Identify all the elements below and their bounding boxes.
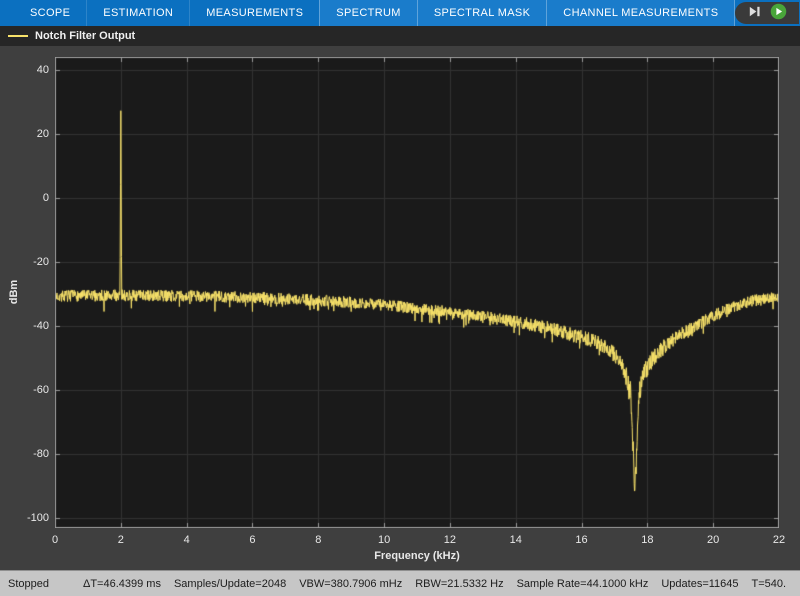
tab-spectrum[interactable]: SPECTRUM [319,0,417,26]
y-tick-label: 20 [36,127,49,140]
status-delta-t: ΔT=46.4399 ms [82,577,161,590]
y-tick-label: -40 [33,320,49,333]
x-tick-label: 14 [509,534,522,546]
series-label[interactable]: Notch Filter Output [35,30,135,42]
status-state: Stopped [8,577,49,590]
spectrum-analyzer-window: SCOPE ESTIMATION MEASUREMENTS SPECTRUM S… [0,0,800,596]
y-tick-label: 0 [42,191,49,204]
status-vbw: VBW=380.7906 mHz [299,577,403,590]
spectrum-plot-canvas[interactable] [55,57,779,528]
x-axis-label: Frequency (kHz) [374,550,460,562]
y-tick-label: -100 [26,512,49,525]
x-tick-label: 8 [315,534,322,546]
x-tick-label: 16 [575,534,588,546]
x-tick-label: 2 [117,534,124,546]
status-samples-per-update: Samples/Update=2048 [173,577,287,590]
plot-figure: dBm Frequency (kHz) 0 2 4 6 8 10 12 14 16 18 20 22 4… [0,46,800,570]
y-tick-label: -20 [33,256,49,269]
x-tick-label: 10 [377,534,391,546]
status-time: T=540. [751,577,787,590]
step-forward-button[interactable] [747,4,762,22]
y-tick-label: -80 [33,448,49,461]
x-tick-label: 6 [249,534,256,546]
tab-scope[interactable]: SCOPE [0,0,86,26]
x-tick-label: 0 [51,534,59,546]
status-rbw: RBW=21.5332 Hz [415,577,504,590]
x-tick-label: 12 [443,534,457,546]
x-tick-label: 20 [707,534,720,546]
legend-bar: Notch Filter Output [0,26,800,46]
tab-estimation[interactable]: ESTIMATION [86,0,189,26]
status-sample-rate: Sample Rate=44.1000 kHz [516,577,649,590]
y-tick-label: -60 [33,384,49,397]
x-tick-label: 18 [641,534,654,546]
tab-measurements[interactable]: MEASUREMENTS [189,0,319,26]
x-tick-label: 4 [183,534,190,546]
y-axis-label: dBm [8,279,20,305]
playback-controls [735,2,800,24]
series-line-swatch [8,35,28,37]
tab-channel-measurements[interactable]: CHANNEL MEASUREMENTS [546,0,736,26]
tab-spectral-mask[interactable]: SPECTRAL MASK [416,0,547,26]
status-bar: Stopped ΔT=46.4399 ms Samples/Update=204… [0,570,800,596]
toolstrip-tabbar: SCOPE ESTIMATION MEASUREMENTS SPECTRUM S… [0,0,800,26]
x-tick-label: 22 [772,534,786,546]
status-updates: Updates=11645 [661,577,739,590]
step-forward-icon [747,4,762,22]
run-button[interactable] [770,3,787,23]
run-icon [770,3,787,23]
y-tick-label: 40 [36,63,49,76]
